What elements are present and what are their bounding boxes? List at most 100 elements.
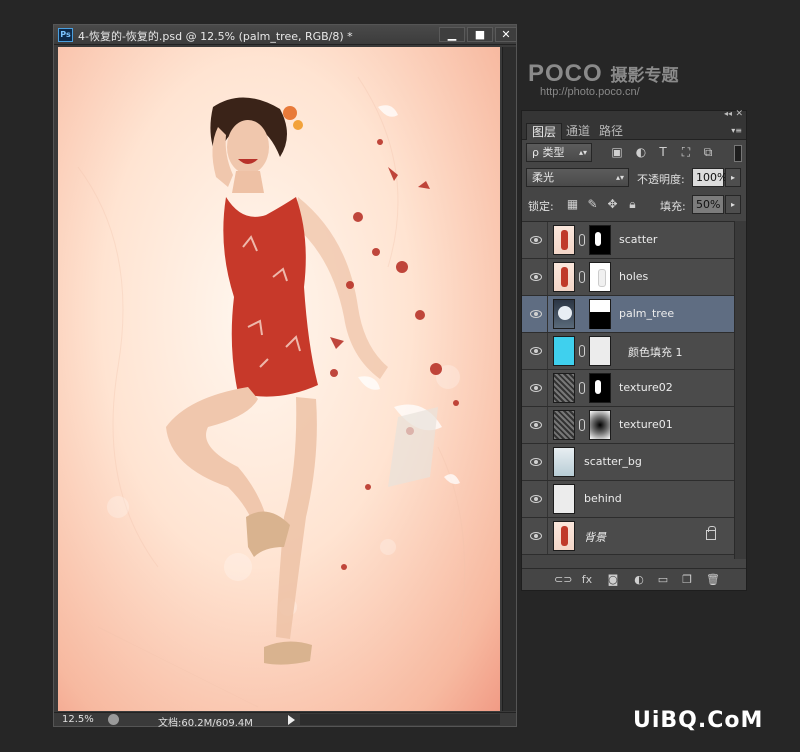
eye-icon — [530, 384, 542, 392]
layer-mask-thumbnail[interactable] — [589, 336, 611, 366]
visibility-toggle[interactable] — [522, 518, 548, 554]
visibility-toggle[interactable] — [522, 444, 548, 480]
chain-link-icon[interactable] — [579, 234, 585, 246]
layer-row[interactable]: behind — [522, 481, 734, 518]
layer-mask-thumbnail[interactable] — [589, 225, 611, 255]
zoom-level[interactable]: 12.5% — [62, 714, 94, 725]
maximize-button[interactable]: ■ — [467, 27, 493, 42]
collapse-panel-icon[interactable]: ◂◂ — [724, 109, 732, 118]
layer-thumbnail[interactable] — [553, 336, 575, 366]
lock-position-icon[interactable]: ✥ — [606, 198, 619, 211]
layer-row[interactable]: texture01 — [522, 407, 734, 444]
lock-transparent-pixels-icon[interactable]: ▦ — [566, 198, 579, 211]
chain-link-icon[interactable] — [579, 345, 585, 357]
layers-scrollbar[interactable] — [734, 221, 746, 559]
image-canvas[interactable] — [58, 47, 500, 711]
layer-thumbnail[interactable] — [553, 373, 575, 403]
layer-thumbnail[interactable] — [553, 410, 575, 440]
blend-mode-dropdown[interactable]: 柔光 ▴▾ — [526, 168, 629, 187]
visibility-toggle[interactable] — [522, 222, 548, 258]
layer-thumbnail[interactable] — [553, 447, 575, 477]
layer-name: 背景 — [584, 531, 606, 544]
vertical-scrollbar[interactable] — [502, 47, 516, 711]
layer-mask-thumbnail[interactable] — [589, 410, 611, 440]
document-titlebar[interactable]: Ps 4-恢复的-恢复的.psd @ 12.5% (palm_tree, RGB… — [54, 25, 517, 45]
layer-row[interactable]: texture02 — [522, 370, 734, 407]
panel-header-bar[interactable]: ◂◂ ✕ — [522, 109, 746, 122]
status-info-icon[interactable] — [108, 714, 119, 725]
chain-link-icon[interactable] — [579, 382, 585, 394]
eye-icon — [530, 532, 542, 540]
link-layers-icon[interactable]: ⊂⊃ — [554, 573, 572, 586]
new-layer-icon[interactable]: ❐ — [680, 573, 694, 586]
layer-thumbnail[interactable] — [553, 262, 575, 292]
type-filter-icon[interactable]: T — [656, 145, 670, 159]
horizontal-scrollbar[interactable] — [300, 714, 500, 725]
adjustment-layer-icon[interactable]: ◐ — [632, 573, 646, 586]
eye-icon — [530, 347, 542, 355]
lock-icon — [706, 526, 716, 540]
layer-name: texture02 — [619, 381, 673, 394]
lock-all-icon[interactable]: 🔒︎ — [626, 198, 639, 211]
adjustment-filter-icon[interactable]: ◐ — [634, 145, 648, 159]
add-mask-icon[interactable]: ◙ — [606, 573, 620, 586]
shape-filter-icon[interactable]: ⛶ — [679, 145, 693, 159]
close-button[interactable]: ✕ — [495, 27, 517, 42]
uibq-watermark: UiBQ.CoM — [633, 708, 764, 733]
layer-thumbnail[interactable] — [553, 225, 575, 255]
eye-icon — [530, 236, 542, 244]
opacity-input[interactable]: 100% — [692, 168, 727, 187]
panel-menu-icon[interactable]: ▾≡ — [731, 126, 742, 135]
layer-thumbnail[interactable] — [553, 484, 575, 514]
layers-footer: ⊂⊃ fx ◙ ◐ ▭ ❐ 🗑︎ — [522, 568, 746, 590]
filter-kind-dropdown[interactable]: ρ 类型 ▴▾ — [526, 143, 592, 162]
layer-row[interactable]: holes — [522, 259, 734, 296]
layer-mask-thumbnail[interactable] — [589, 373, 611, 403]
minimize-button[interactable]: ▁ — [439, 27, 465, 42]
eye-icon — [530, 273, 542, 281]
eye-icon — [530, 421, 542, 429]
tab-channels[interactable]: 通道 — [561, 123, 595, 140]
status-menu-arrow-icon[interactable] — [288, 715, 295, 725]
opacity-slider-arrow-icon[interactable]: ▸ — [725, 168, 741, 187]
visibility-toggle[interactable] — [522, 333, 548, 369]
pixel-filter-icon[interactable]: ▣ — [610, 145, 624, 159]
visibility-toggle[interactable] — [522, 259, 548, 295]
layer-row[interactable]: scatter — [522, 222, 734, 259]
tab-paths[interactable]: 路径 — [594, 123, 628, 140]
layer-mask-thumbnail[interactable] — [589, 299, 611, 329]
tab-layers[interactable]: 图层 — [526, 123, 563, 140]
layer-thumbnail[interactable] — [553, 521, 575, 551]
filter-kind-label: ρ 类型 — [532, 146, 565, 159]
layer-row[interactable]: scatter_bg — [522, 444, 734, 481]
layer-name: texture01 — [619, 418, 673, 431]
dropdown-arrow-icon: ▴▾ — [578, 148, 587, 157]
visibility-toggle[interactable] — [522, 407, 548, 443]
trash-icon[interactable]: 🗑︎ — [706, 573, 720, 586]
chain-link-icon[interactable] — [579, 419, 585, 431]
dropdown-arrow-icon: ▴▾ — [615, 173, 624, 182]
visibility-toggle[interactable] — [522, 481, 548, 517]
poco-watermark: POCO 摄影专题 http://photo.poco.cn/ — [528, 60, 679, 98]
visibility-toggle[interactable] — [522, 370, 548, 406]
new-group-folder-icon[interactable]: ▭ — [656, 573, 670, 586]
fill-label: 填充: — [660, 200, 686, 213]
layer-row[interactable]: 背景 — [522, 518, 734, 555]
lock-image-pixels-icon[interactable]: ✎ — [586, 198, 599, 211]
visibility-toggle[interactable] — [522, 296, 548, 332]
fill-input[interactable]: 50% — [692, 195, 724, 214]
smart-object-filter-icon[interactable]: ⧉ — [701, 145, 715, 159]
layer-mask-thumbnail[interactable] — [589, 262, 611, 292]
opacity-label: 不透明度: — [637, 173, 685, 186]
filter-toggle-switch[interactable] — [734, 145, 742, 162]
layer-thumbnail[interactable] — [553, 299, 575, 329]
layer-name: behind — [584, 492, 622, 505]
fx-icon[interactable]: fx — [580, 573, 594, 586]
fill-slider-arrow-icon[interactable]: ▸ — [725, 195, 741, 214]
layer-row[interactable]: 颜色填充 1 — [522, 333, 734, 370]
close-panel-icon[interactable]: ✕ — [735, 109, 743, 119]
layer-row[interactable]: palm_tree — [522, 296, 734, 333]
document-window: Ps 4-恢复的-恢复的.psd @ 12.5% (palm_tree, RGB… — [53, 24, 517, 729]
document-title: 4-恢复的-恢复的.psd @ 12.5% (palm_tree, RGB/8)… — [78, 30, 353, 43]
chain-link-icon[interactable] — [579, 271, 585, 283]
